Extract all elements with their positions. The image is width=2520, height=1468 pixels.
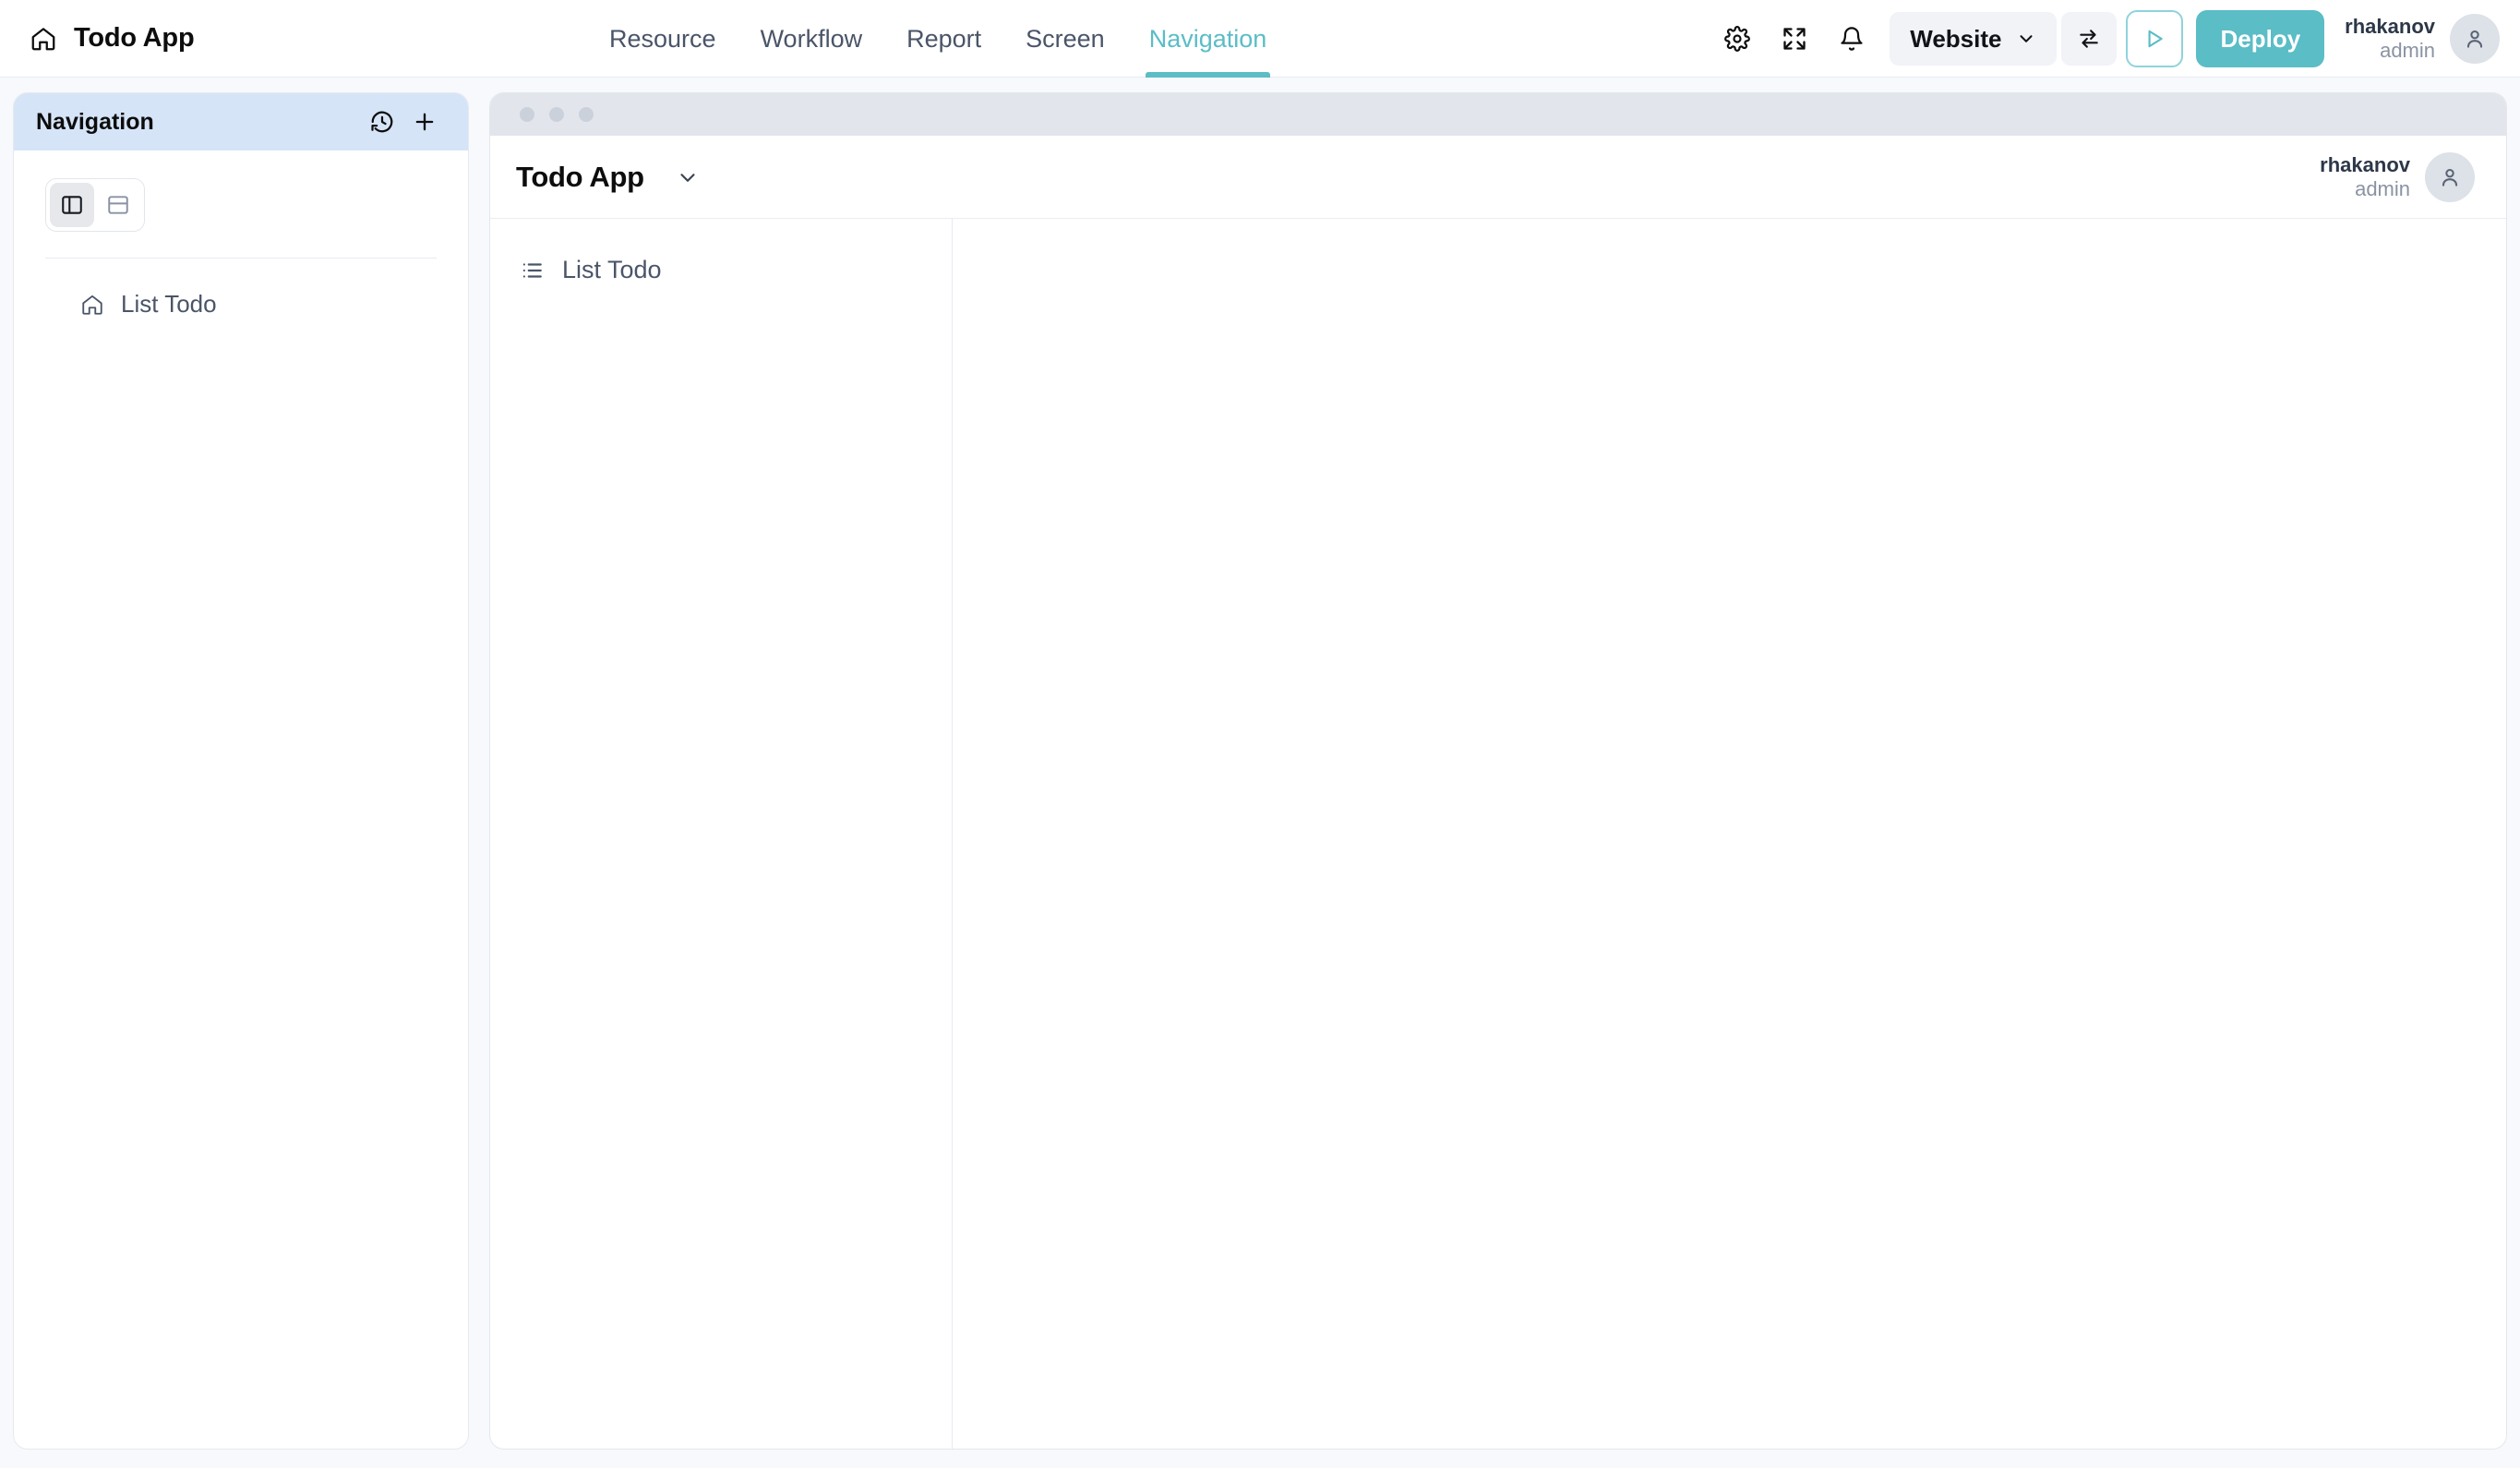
add-navigation-button[interactable] <box>403 101 446 143</box>
gear-icon <box>1724 26 1751 52</box>
history-button[interactable] <box>361 101 403 143</box>
page-title: Todo App <box>74 23 195 53</box>
target-selector-group: Website <box>1890 12 2118 66</box>
tab-navigation[interactable]: Navigation <box>1127 0 1290 78</box>
chevron-down-icon <box>2016 29 2036 49</box>
swap-target-button[interactable] <box>2061 12 2118 66</box>
preview-avatar[interactable] <box>2425 151 2475 202</box>
navigation-panel-header: Navigation <box>14 93 468 150</box>
expand-icon <box>1782 26 1807 52</box>
history-clock-icon <box>369 109 395 135</box>
navigation-panel: Navigation List Todo <box>13 92 469 1450</box>
preview-user-text: rhakanov admin <box>2320 153 2410 201</box>
layout-option-topbar[interactable] <box>96 183 140 227</box>
brand[interactable]: Todo App <box>30 23 195 54</box>
preview-app-title: Todo App <box>516 160 644 193</box>
notifications-button[interactable] <box>1823 10 1880 67</box>
user-icon <box>2463 27 2487 51</box>
preview-appbar: Todo App rhakanov admin <box>490 136 2506 219</box>
navigation-panel-title: Navigation <box>36 108 154 135</box>
user-icon <box>2438 165 2462 189</box>
tab-resource[interactable]: Resource <box>587 0 738 78</box>
swap-arrows-icon <box>2077 27 2101 51</box>
topbar-layout-icon <box>106 193 130 217</box>
header-actions: Website Deploy rhakanov admin <box>1709 0 2500 78</box>
window-dot-maximize <box>579 107 594 122</box>
preview-content-area <box>953 219 2506 1449</box>
window-dot-minimize <box>549 107 564 122</box>
target-selector[interactable]: Website <box>1890 12 2058 66</box>
list-icon <box>520 259 544 283</box>
bell-icon <box>1839 26 1865 52</box>
user-menu[interactable]: rhakanov admin <box>2345 14 2500 64</box>
tab-screen[interactable]: Screen <box>1003 0 1127 78</box>
preview-sidebar: List Todo <box>490 219 953 1449</box>
home-icon <box>80 293 104 317</box>
sidebar-item-list-todo[interactable]: List Todo <box>14 279 468 330</box>
play-icon <box>2142 27 2166 51</box>
sidebar-layout-icon <box>60 193 84 217</box>
preview-user-menu[interactable]: rhakanov admin <box>2320 151 2475 202</box>
preview-nav-item-label: List Todo <box>562 256 662 283</box>
fullscreen-button[interactable] <box>1766 10 1823 67</box>
preview-body: List Todo <box>490 219 2506 1449</box>
preview-run-button[interactable] <box>2126 10 2184 67</box>
home-icon <box>30 25 57 53</box>
tab-report[interactable]: Report <box>884 0 1003 78</box>
main-nav: Resource Workflow Report Screen Navigati… <box>587 0 1289 78</box>
preview-nav-item-list-todo[interactable]: List Todo <box>490 247 952 294</box>
user-role: admin <box>2380 39 2435 62</box>
window-dot-close <box>520 107 534 122</box>
user-name: rhakanov <box>2345 15 2435 39</box>
settings-button[interactable] <box>1709 10 1766 67</box>
layout-option-sidebar[interactable] <box>50 183 94 227</box>
avatar[interactable] <box>2450 14 2500 64</box>
plus-icon <box>412 109 438 135</box>
app-header: Todo App Resource Workflow Report Screen… <box>0 0 2520 78</box>
layout-toggle-group <box>45 178 145 232</box>
chevron-down-icon <box>676 165 700 189</box>
deploy-button[interactable]: Deploy <box>2196 10 2325 67</box>
target-selector-label: Website <box>1910 24 2002 53</box>
tab-workflow[interactable]: Workflow <box>738 0 885 78</box>
preview-user-name: rhakanov <box>2320 152 2410 176</box>
preview-panel: Todo App rhakanov admin List Todo <box>489 92 2507 1450</box>
sidebar-item-label: List Todo <box>121 290 217 318</box>
navigation-items: List Todo <box>14 259 468 330</box>
browser-chrome-bar <box>490 93 2506 136</box>
preview-app-menu-button[interactable] <box>676 165 700 189</box>
preview-user-role: admin <box>2355 176 2410 200</box>
user-text: rhakanov admin <box>2345 15 2435 63</box>
